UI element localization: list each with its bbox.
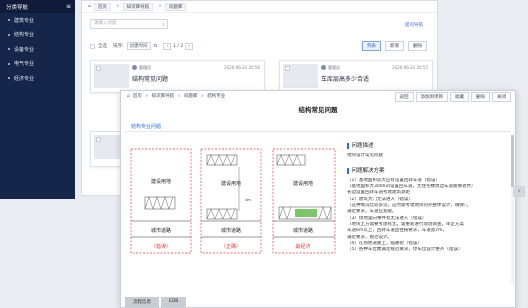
sidebar-item-label: 经济专业 <box>14 75 35 82</box>
close-button[interactable]: 关闭 <box>492 92 511 102</box>
road-label: 城市道路 <box>151 227 171 234</box>
sort-order-icon[interactable]: ⇅ <box>154 44 158 49</box>
dialog-title: 结构常见问题 <box>298 106 338 114</box>
prev-page-button[interactable]: ‹ <box>163 42 172 50</box>
sidebar-item-architecture[interactable]: 建筑专业 <box>0 13 75 28</box>
bullet-icon <box>8 48 10 51</box>
view-buttons: 列表 新增 删除 <box>362 41 427 51</box>
road-label: 城市道路 <box>221 227 241 234</box>
figure-panel-correct: 建设用地 1m 城市道路 （正确） <box>200 148 262 254</box>
card-checkbox[interactable] <box>285 66 290 71</box>
breadcrumb: ⌂ 首页 × 知识库导航 × 问题库 <box>82 1 437 13</box>
question-card[interactable]: 管理员 2020-06-24 20:56 结构常见问题 <box>90 60 265 93</box>
bullet-icon <box>8 19 10 22</box>
chevron-right-icon[interactable]: › <box>513 186 525 197</box>
building-label: 建设用地 <box>221 180 241 187</box>
sidebar-item-label: 电气专业 <box>14 61 35 68</box>
breadcrumb-questions[interactable]: 问题库 <box>164 2 187 11</box>
card-author: 管理员 <box>139 65 151 70</box>
scrollbar-thumb[interactable] <box>511 135 514 187</box>
card-date: 2020-06-24 20:56 <box>223 65 260 70</box>
question-detail-dialog: ⌂ 首页 × 知识库导航 × 问题库 × 结构专业 返回 添加到项目 收藏 删除 关闭… <box>120 90 516 308</box>
avatar <box>321 65 326 70</box>
search-icon[interactable]: ⌕ <box>162 21 165 29</box>
dialog-scrollbar[interactable] <box>511 135 514 285</box>
caption-wrong: （错误） <box>151 243 171 250</box>
screen: 分类导航 ≡ 建筑专业 结构专业 设备专业 电气专业 经济专业 ⌂ 首页 × 知识… <box>0 0 528 308</box>
bullet-icon <box>8 62 10 65</box>
breadcrumb-questions[interactable]: 问题库 <box>184 93 198 99</box>
sidebar-item-label: 设备专业 <box>14 46 35 53</box>
sidebar-title: 分类导航 <box>6 4 29 11</box>
road-label: 城市道路 <box>293 227 313 234</box>
breadcrumb-home[interactable]: 首页 <box>93 2 111 11</box>
list-view-button[interactable]: 列表 <box>362 41 381 51</box>
select-all-checkbox[interactable] <box>90 43 95 49</box>
sort-select[interactable]: 创建时间 <box>126 42 151 50</box>
question-detail-panel: 问题描述 地块设计常见问题 问题解决方案 （1）基地面积较大应有设置回转车道（错… <box>347 143 511 261</box>
card-checkbox[interactable] <box>96 137 101 142</box>
dimension-label: 1m <box>245 198 251 202</box>
delete-button[interactable]: 删除 <box>408 41 427 51</box>
solution-heading: 问题解决方案 <box>347 168 511 174</box>
list-collapse-icon[interactable]: ≡ <box>66 3 71 10</box>
page-indicator: 1 / 2 <box>173 43 184 49</box>
tab-edb[interactable]: EDB <box>161 297 187 307</box>
card-date: 2020-06-24 20:55 <box>391 65 428 70</box>
sidebar-item-equipment[interactable]: 设备专业 <box>0 42 75 57</box>
sidebar-header: 分类导航 ≡ <box>0 0 75 13</box>
pager: ‹ 1 / 2 › <box>163 42 194 50</box>
toolbar: 全选 排序: 创建时间 ⇅ ‹ 1 / 2 › <box>90 42 194 50</box>
sidebar-item-electrical[interactable]: 电气专业 <box>0 57 75 72</box>
caption-economic: 最经济 <box>295 243 310 250</box>
breadcrumb-kb[interactable]: 知识库导航 <box>122 2 154 11</box>
next-page-button[interactable]: › <box>185 42 194 50</box>
ask-nav-link[interactable]: 提问导航 <box>405 22 423 28</box>
sidebar-item-label: 结构专业 <box>14 32 35 39</box>
description-heading: 问题描述 <box>347 143 511 149</box>
card-author: 管理员 <box>328 65 340 70</box>
home-icon[interactable]: ⌂ <box>88 4 91 9</box>
home-icon[interactable]: ⌂ <box>127 94 130 99</box>
building-label: 建设用地 <box>293 180 313 187</box>
solution-line: （5）各种车位数满足规范要求，停车位设计整齐（错误） <box>347 247 463 253</box>
avatar <box>132 65 137 70</box>
sidebar-item-economy[interactable]: 经济专业 <box>0 71 75 86</box>
bullet-icon <box>8 77 10 80</box>
divider <box>125 131 511 132</box>
add-button[interactable]: 新增 <box>385 41 404 51</box>
description-text: 地块设计常见问题 <box>347 153 383 159</box>
sidebar-item-structure[interactable]: 结构专业 <box>0 28 75 43</box>
sidebar: 分类导航 ≡ 建筑专业 结构专业 设备专业 电气专业 经济专业 <box>0 0 75 199</box>
delete-button[interactable]: 删除 <box>471 92 490 102</box>
question-card[interactable]: 管理员 2020-06-24 20:55 车库层高多少合适 <box>279 60 433 93</box>
select-all-label: 全选 <box>98 44 107 49</box>
add-to-project-button[interactable]: 添加到项目 <box>415 92 448 102</box>
figure-panel-wrong: 建设用地 城市道路 （错误） <box>130 148 192 254</box>
card-checkbox[interactable] <box>96 66 101 71</box>
favorite-button[interactable]: 收藏 <box>450 92 469 102</box>
caption-correct: （正确） <box>221 243 241 250</box>
sort-label: 排序: <box>113 44 124 49</box>
description-section: 问题描述 地块设计常见问题 <box>347 143 511 160</box>
breadcrumb-structure[interactable]: 结构专业 <box>207 93 225 99</box>
back-button[interactable]: 返回 <box>394 92 414 102</box>
sidebar-item-label: 建筑专业 <box>14 17 35 24</box>
solution-section: 问题解决方案 （1）基地面积较大应有设置回转车道（错误） （基地面积大3000㎡… <box>347 168 511 254</box>
figure-panel-economic: 建设用地 城市道路 最经济 <box>272 148 336 254</box>
tab-process-info[interactable]: 流程信息 <box>125 297 159 307</box>
card-title: 结构常见问题 <box>132 76 169 83</box>
breadcrumb-kb[interactable]: 知识库导航 <box>152 93 175 99</box>
breadcrumb-home[interactable]: 首页 <box>133 93 142 99</box>
site-plan-figure: 建设用地 城市道路 （错误） 建设用地 1m 城市道路 （正确） 建设用地 城市… <box>130 148 336 254</box>
search-input[interactable]: 请输入问题 ⌕ <box>90 19 168 29</box>
building-label: 建设用地 <box>151 178 171 185</box>
dialog-footer-tabs: 流程信息 EDB <box>125 297 187 307</box>
bullet-icon <box>8 33 10 36</box>
dialog-actions: 返回 添加到项目 收藏 删除 关闭 <box>394 92 511 102</box>
card-title: 车库层高多少合适 <box>321 76 370 83</box>
